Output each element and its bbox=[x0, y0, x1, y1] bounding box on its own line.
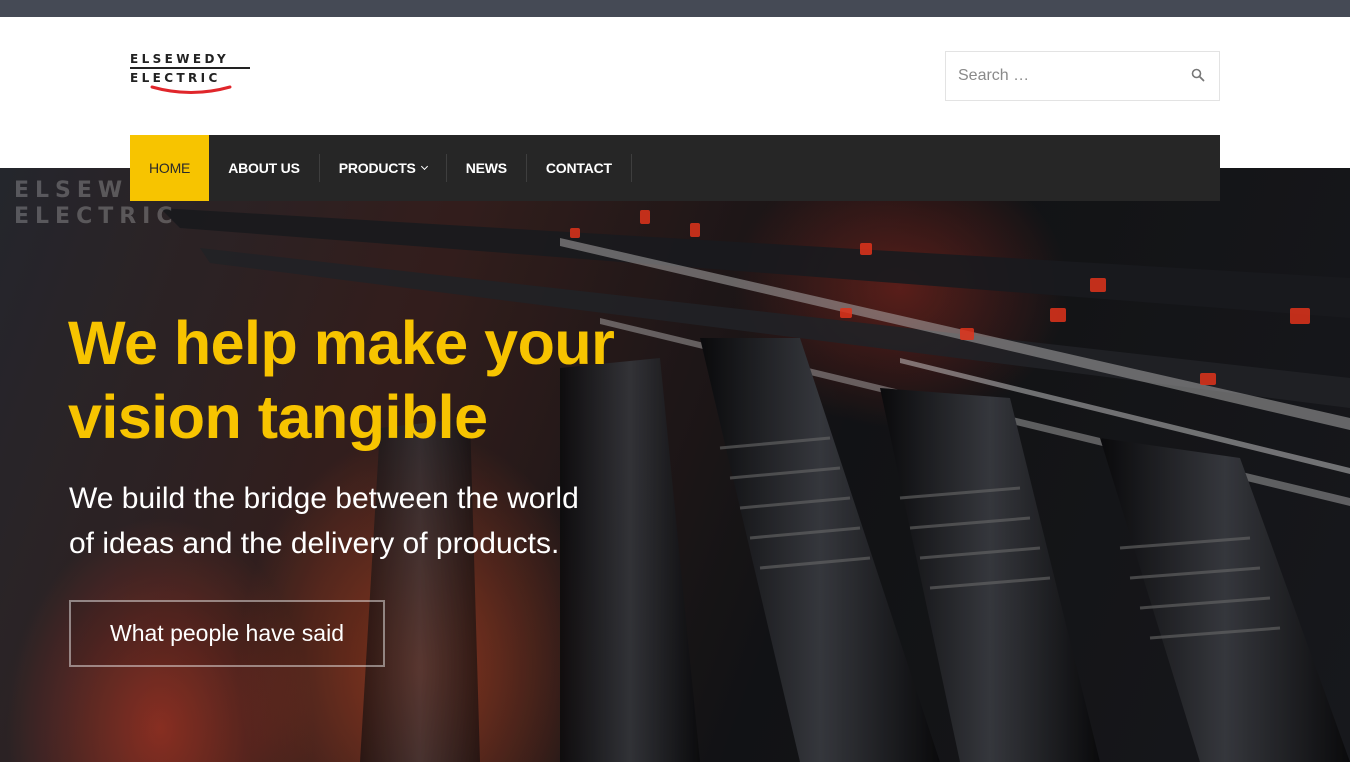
top-strip bbox=[0, 0, 1350, 17]
search-icon[interactable] bbox=[1191, 68, 1207, 84]
logo-rule bbox=[130, 67, 250, 69]
nav-home-label: HOME bbox=[149, 160, 191, 176]
logo-text-bottom: ELECTRIC bbox=[130, 71, 221, 85]
chevron-down-icon bbox=[420, 162, 428, 170]
elsewedy-logo[interactable]: ELSEWEDY ELECTRIC bbox=[130, 51, 252, 103]
nav-products-label: PRODUCTS bbox=[338, 160, 416, 176]
nav-products[interactable]: PRODUCTS bbox=[320, 135, 446, 201]
hero-subtitle-line1: We build the bridge between the world bbox=[69, 482, 579, 515]
hero-background-image bbox=[0, 168, 1350, 762]
nav-news[interactable]: NEWS bbox=[447, 135, 526, 201]
nav-about-us-label: ABOUT US bbox=[228, 160, 300, 176]
nav-contact[interactable]: CONTACT bbox=[527, 135, 631, 201]
hero-subtitle-line2: of ideas and the delivery of products. bbox=[69, 527, 560, 560]
hero-title-line2: vision tangible bbox=[68, 383, 488, 451]
hero-title: We help make your vision tangible bbox=[68, 306, 688, 454]
nav-contact-label: CONTACT bbox=[545, 160, 612, 176]
nav-about-us[interactable]: ABOUT US bbox=[209, 135, 319, 201]
search-box bbox=[945, 51, 1220, 101]
logo-swoosh-icon bbox=[150, 85, 232, 94]
hero-title-line1: We help make your bbox=[68, 309, 615, 377]
hero-subtitle: We build the bridge between the world of… bbox=[69, 476, 649, 566]
hero-banner: ELSEWEDY ELECTRIC We help make your visi… bbox=[0, 168, 1350, 762]
testimonials-button[interactable]: What people have said bbox=[69, 600, 385, 667]
nav-news-label: NEWS bbox=[465, 160, 507, 176]
nav-home[interactable]: HOME bbox=[130, 135, 210, 201]
main-navbar: HOME ABOUT US PRODUCTS NEWS CONTACT bbox=[130, 135, 1220, 201]
watermark-line2: ELECTRIC bbox=[14, 204, 179, 229]
search-input[interactable] bbox=[946, 52, 1176, 100]
nav-divider bbox=[630, 154, 632, 182]
logo-text-top: ELSEWEDY bbox=[130, 52, 230, 66]
